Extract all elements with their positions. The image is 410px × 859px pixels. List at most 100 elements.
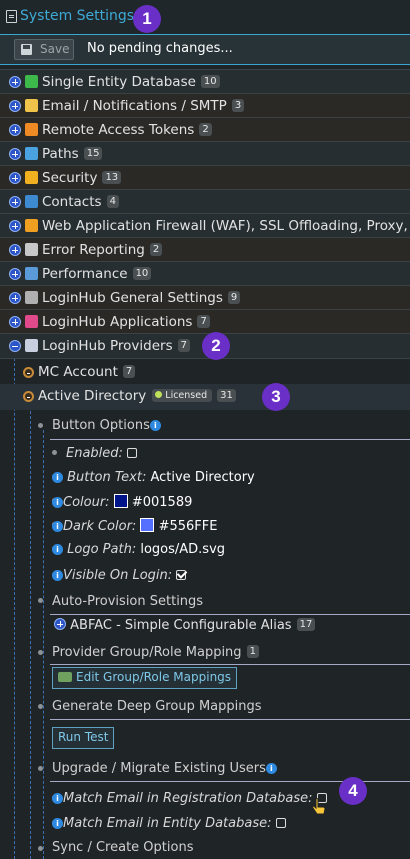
dark-color-value[interactable]: #556FFE: [159, 519, 218, 534]
row-divider: [0, 93, 410, 94]
expand-plus-icon[interactable]: [9, 316, 21, 328]
expand-plus-icon[interactable]: [9, 100, 21, 112]
tree-item-6[interactable]: Web Application Firewall (WAF), SSL Offl…: [0, 214, 410, 238]
collapse-minus-icon[interactable]: [9, 340, 21, 352]
tree-item-text: Web Application Firewall (WAF), SSL Offl…: [42, 218, 410, 234]
expand-plus-icon[interactable]: [9, 124, 21, 136]
bullet-icon: [38, 423, 43, 428]
page-title: System Settings: [20, 8, 135, 24]
shield-icon: [25, 171, 38, 184]
expand-plus-icon[interactable]: [9, 148, 21, 160]
expand-plus-icon[interactable]: [9, 244, 21, 256]
expand-ring-icon[interactable]: [23, 367, 34, 378]
licensed-badge: Licensed: [152, 389, 213, 402]
licensed-dot-icon: [155, 391, 163, 398]
tree-item-text: Security: [42, 170, 98, 186]
tree-item-label: Performance 10: [42, 266, 152, 282]
colour-swatch[interactable]: [113, 494, 128, 508]
info-icon[interactable]: i: [149, 420, 161, 431]
provider-mc-account[interactable]: MC Account 7: [20, 361, 410, 385]
licensed-label: Licensed: [165, 390, 208, 401]
auto-provision-title: Auto-Provision Settings: [52, 594, 204, 609]
info-icon[interactable]: i: [265, 763, 277, 774]
abfac-item[interactable]: ABFAC - Simple Configurable Alias 17: [54, 617, 316, 633]
count-badge: 10: [200, 75, 220, 88]
visible-on-login-field: i Visible On Login:: [52, 568, 410, 592]
provider-active-directory[interactable]: Active Directory Licensed 31: [20, 385, 410, 409]
button-text-value[interactable]: Active Directory: [150, 470, 254, 485]
row-divider: [0, 165, 410, 166]
expand-plus-icon[interactable]: [9, 292, 21, 304]
tree-item-1[interactable]: Email / Notifications / SMTP 3: [0, 94, 410, 118]
bullet-icon: [38, 650, 43, 655]
count-badge: 3: [231, 99, 245, 112]
expand-plus-icon[interactable]: [54, 618, 66, 630]
count-badge: 2: [149, 243, 163, 256]
step-marker-4: 4: [339, 777, 367, 805]
run-test-button[interactable]: Run Test: [52, 727, 115, 749]
info-icon[interactable]: i: [52, 818, 63, 829]
info-icon[interactable]: i: [52, 793, 63, 804]
enabled-checkbox[interactable]: [127, 448, 138, 458]
info-icon[interactable]: i: [52, 544, 63, 555]
tree-item-label: Security 13: [42, 170, 122, 186]
tree-item-8[interactable]: Performance 10: [0, 262, 410, 286]
info-icon[interactable]: i: [52, 570, 63, 581]
section-underline: [50, 719, 410, 720]
tree-item-10[interactable]: LoginHub Applications 7: [0, 310, 410, 334]
visible-on-login-checkbox[interactable]: [176, 570, 187, 580]
collapse-ring-icon[interactable]: [23, 391, 34, 402]
count-badge: 7: [122, 365, 136, 378]
row-divider: [0, 213, 410, 214]
field-label: Colour:: [63, 495, 110, 510]
database-icon: [25, 75, 38, 88]
field-label: Match Email in Entity Database:: [63, 816, 272, 831]
expand-plus-icon[interactable]: [9, 172, 21, 184]
save-button[interactable]: Save: [14, 39, 74, 60]
tree-guide-line: [14, 358, 15, 859]
colour-value[interactable]: #001589: [132, 495, 193, 510]
tree-item-0[interactable]: Single Entity Database 10: [0, 70, 410, 94]
info-icon[interactable]: i: [52, 497, 63, 508]
edit-group-mappings-button[interactable]: Edit Group/Role Mappings: [52, 667, 238, 689]
count-badge: 7: [197, 315, 210, 328]
field-label: Button Text:: [67, 470, 147, 485]
section-underline: [50, 614, 410, 615]
bullet-icon: [38, 598, 43, 603]
tree-item-5[interactable]: Contacts 4: [0, 190, 410, 214]
tree-item-text: Paths: [42, 146, 79, 162]
sync-title: Sync / Create Options: [52, 840, 194, 855]
count-badge: 4: [106, 195, 119, 208]
logo-path-value[interactable]: logos/AD.svg: [140, 542, 225, 557]
envelope-icon: [25, 99, 38, 112]
tree-item-3[interactable]: Paths 15: [0, 142, 410, 166]
tree-item-text: Remote Access Tokens: [42, 122, 195, 138]
providers-icon: [25, 339, 38, 352]
tree-guide-line: [43, 430, 44, 859]
match-entity-checkbox[interactable]: [275, 818, 286, 828]
tree-item-7[interactable]: Error Reporting 2: [0, 238, 410, 262]
expand-plus-icon[interactable]: [9, 196, 21, 208]
pending-status: No pending changes...: [87, 41, 233, 56]
row-divider: [0, 237, 410, 238]
row-divider: [0, 358, 410, 359]
expand-plus-icon[interactable]: [9, 220, 21, 232]
info-icon[interactable]: i: [52, 472, 63, 483]
field-label: Dark Color:: [63, 519, 137, 534]
expand-plus-icon[interactable]: [9, 76, 21, 88]
upgrade-title: Upgrade / Migrate Existing Users i: [52, 761, 277, 776]
tree-item-label: Email / Notifications / SMTP 3: [42, 98, 245, 114]
dark-color-swatch[interactable]: [140, 518, 155, 532]
tree-item-9[interactable]: LoginHub General Settings 9: [0, 286, 410, 310]
logo-path-field: i Logo Path: logos/AD.svg: [52, 542, 410, 566]
tree-item-text: Contacts: [42, 194, 102, 210]
tree-item-2[interactable]: Remote Access Tokens 2: [0, 118, 410, 142]
button-label: Run Test: [58, 730, 109, 744]
expand-plus-icon[interactable]: [9, 268, 21, 280]
info-icon[interactable]: i: [52, 521, 63, 532]
tree-item-label: Contacts 4: [42, 194, 119, 210]
provider-label: Active Directory: [38, 388, 147, 404]
tree-item-text: LoginHub General Settings: [42, 290, 223, 306]
tree-item-4[interactable]: Security 13: [0, 166, 410, 190]
dark-color-field: i Dark Color: #556FFE: [52, 518, 410, 542]
